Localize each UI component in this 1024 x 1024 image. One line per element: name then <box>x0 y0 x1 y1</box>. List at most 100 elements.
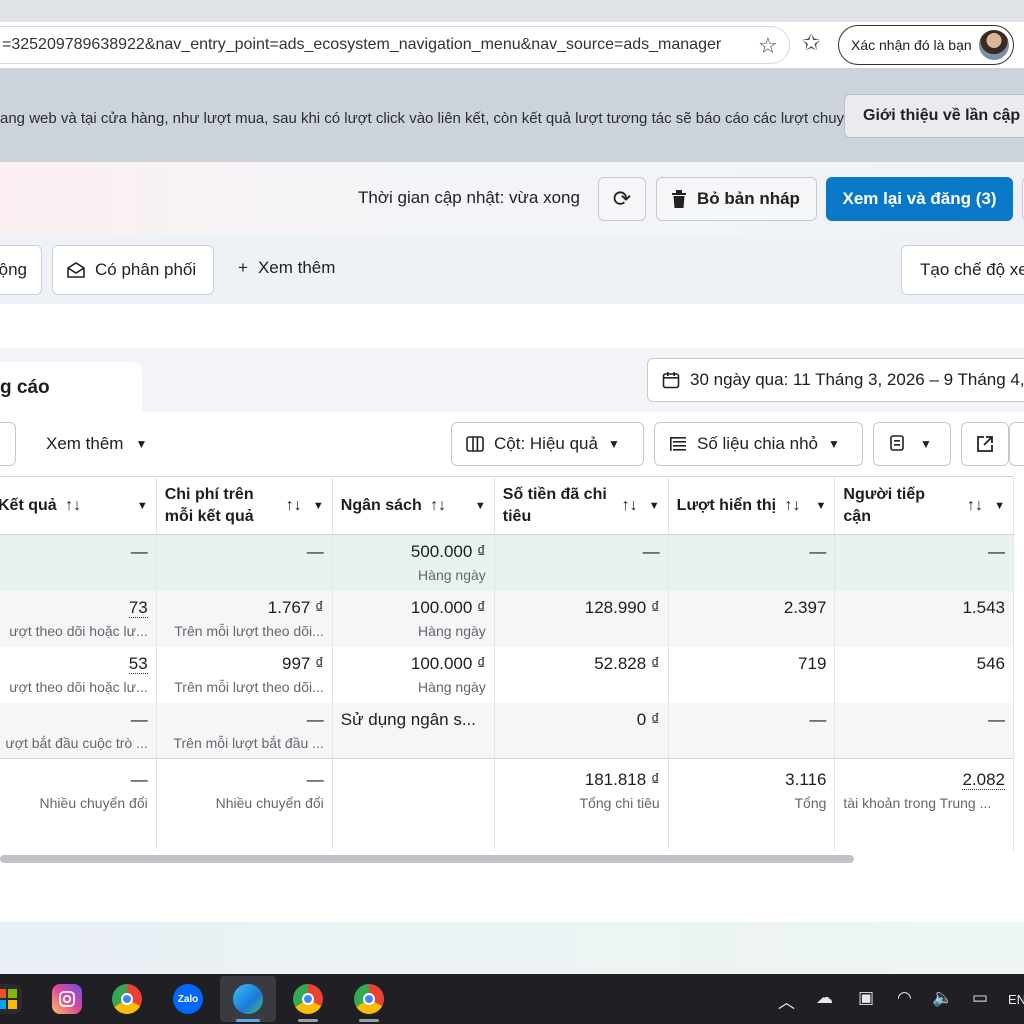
col-budget-header[interactable]: Ngân sách ↑↓ ▼ <box>332 476 495 535</box>
cell-amount-spent: — <box>494 534 669 591</box>
address-bar[interactable]: =325209789638922&nav_entry_point=ads_eco… <box>0 26 790 64</box>
reports-dropdown[interactable]: ▼ <box>873 422 951 466</box>
cell-budget[interactable]: 100.000 ₫ Hàng ngày <box>332 590 495 647</box>
more-controls-button[interactable] <box>1009 422 1024 466</box>
trash-icon <box>672 190 686 208</box>
chevron-up-icon[interactable]: ︿ <box>778 988 795 1013</box>
wifi-icon[interactable]: ◠ <box>897 988 912 1008</box>
cell-amount-spent: 128.990 ₫ <box>494 590 669 647</box>
refresh-button[interactable]: ⟳ <box>598 177 646 221</box>
profile-button[interactable]: Xác nhận đó là bạn <box>838 25 1014 65</box>
col-cost-per-result-header[interactable]: Chi phí trên mỗi kết quả ↑↓ ▼ <box>156 476 333 535</box>
bookmark-star-icon[interactable]: ☆ <box>758 33 778 59</box>
cell-budget[interactable]: 500.000 ₫ Hàng ngày <box>332 534 495 591</box>
cell-budget[interactable]: Sử dụng ngân s... <box>332 702 495 759</box>
reach-value: 546 <box>976 653 1005 673</box>
total-cost-per-result: — Nhiều chuyển đổi <box>156 758 333 851</box>
banner-text: ang web và tại cửa hàng, như lượt mua, s… <box>0 110 861 127</box>
running-indicator <box>359 1019 379 1022</box>
see-more-button[interactable]: Xem thêm ▼ <box>46 434 147 454</box>
total-results-sub: Nhiều chuyển đổi <box>39 795 148 811</box>
device-icon[interactable]: ▣ <box>858 988 874 1008</box>
cell-reach: — <box>834 534 1014 591</box>
columns-dropdown[interactable]: Cột: Hiệu quả ▼ <box>451 422 644 466</box>
sort-icon: ↑↓ <box>285 496 302 514</box>
breakdown-dropdown[interactable]: Số liệu chia nhỏ ▼ <box>654 422 863 466</box>
results-value[interactable]: 73 <box>128 597 148 618</box>
favorites-icon[interactable]: ✩ <box>802 30 820 56</box>
spent-value: 128.990 ₫ <box>584 597 660 617</box>
table-row[interactable]: 73 ượt theo dõi hoặc lư... 1.767 ₫ Trên mỗ… <box>0 590 1014 647</box>
caret-down-icon: ▼ <box>136 499 148 512</box>
cell-impressions: — <box>668 702 836 759</box>
footer-band <box>0 922 1024 974</box>
date-range-picker[interactable]: 30 ngày qua: 11 Tháng 3, 2026 – 9 Tháng … <box>647 358 1024 402</box>
col-reach-header[interactable]: Người tiếp cận ↑↓ ▼ <box>834 476 1014 535</box>
horizontal-scrollbar[interactable] <box>0 855 854 863</box>
col-amount-spent-header[interactable]: Số tiền đã chi tiêu ↑↓ ▼ <box>494 476 669 535</box>
cloud-off-icon[interactable]: ☁ <box>816 988 833 1008</box>
filter-chip-delivery[interactable]: Có phân phối <box>52 245 214 295</box>
total-impressions-value: 3.116 <box>785 770 827 789</box>
results-value[interactable]: 53 <box>128 653 148 674</box>
budget-sub: Hàng ngày <box>418 567 486 583</box>
col-header-label: Lượt hiển thị <box>676 496 777 514</box>
cpr-sub: Trên mỗi lượt theo dõi... <box>174 678 324 695</box>
col-results-header[interactable]: Kết quả ↑↓ ▼ <box>0 476 157 535</box>
report-icon <box>890 435 904 451</box>
table-row[interactable]: — — 500.000 ₫ Hàng ngày — — — <box>0 534 1014 591</box>
results-sub: ượt theo dõi hoặc lư... <box>9 622 148 639</box>
total-reach-value[interactable]: 2.082 <box>962 770 1005 790</box>
reach-value: — <box>988 709 1005 729</box>
zalo-label: Zalo <box>177 993 199 1005</box>
filter-chip-delivery-label: Có phân phối <box>95 260 197 279</box>
table-row[interactable]: — ượt bắt đầu cuộc trò ... — Trên mỗi lượt… <box>0 702 1014 759</box>
col-header-label: Người tiếp cận <box>843 485 926 525</box>
last-updated-text: Thời gian cập nhật: vừa xong <box>358 188 580 207</box>
reach-value: — <box>988 542 1005 561</box>
impressions-value: 2.397 <box>783 597 827 617</box>
col-impressions-header[interactable]: Lượt hiển thị ↑↓ ▼ <box>668 476 836 535</box>
language-indicator[interactable]: EN <box>1008 992 1024 1007</box>
cell-reach: — <box>834 702 1014 759</box>
review-publish-button[interactable]: Xem lại và đăng (3) <box>826 177 1013 221</box>
breakdown-icon <box>670 437 686 451</box>
cell-amount-spent: 0 ₫ <box>494 702 669 759</box>
spent-value: — <box>642 542 660 561</box>
total-amount-spent: 181.818 ₫ Tổng chi tiêu <box>494 758 669 851</box>
table-row[interactable]: 53 ượt theo dõi hoặc lư... 997 ₫ Trên mỗi … <box>0 646 1014 703</box>
caret-down-icon: ▼ <box>920 437 932 451</box>
impressions-value: — <box>809 709 827 729</box>
browser-tab-strip <box>0 0 1024 22</box>
chrome-icon[interactable] <box>112 984 142 1014</box>
battery-icon[interactable]: ▭ <box>972 988 988 1008</box>
cell-cost-per-result: — <box>156 534 333 591</box>
results-value: — <box>130 542 148 561</box>
calendar-icon <box>662 372 680 389</box>
create-view-button[interactable]: Tạo chế độ xe <box>901 245 1024 295</box>
cell-budget[interactable]: 100.000 ₫ Hàng ngày <box>332 646 495 703</box>
tab-ads[interactable]: g cáo <box>0 362 142 414</box>
chrome-profile-icon[interactable] <box>354 984 384 1014</box>
profile-label: Xác nhận đó là bạn <box>851 37 972 53</box>
export-button[interactable] <box>961 422 1009 466</box>
start-windows-icon[interactable] <box>0 984 22 1014</box>
edge-icon[interactable] <box>233 984 263 1014</box>
filter-chip-active[interactable]: ộng <box>0 245 42 295</box>
zalo-icon[interactable]: Zalo <box>173 984 203 1014</box>
total-impressions: 3.116 Tổng <box>668 758 836 851</box>
learn-more-button[interactable]: Giới thiệu về lần cập <box>844 94 1024 138</box>
results-value: — <box>130 709 148 729</box>
impressions-value: 719 <box>798 653 827 673</box>
export-icon <box>977 436 993 452</box>
instagram-icon[interactable] <box>52 984 82 1014</box>
total-results-value: — <box>130 770 148 789</box>
search-box-partial[interactable] <box>0 422 16 466</box>
sort-icon: ↑↓ <box>967 496 983 514</box>
chrome-profile-icon[interactable] <box>293 984 323 1014</box>
sort-icon: ↑↓ <box>65 496 82 514</box>
volume-icon[interactable]: 🔈 <box>932 988 953 1008</box>
caret-down-icon: ▼ <box>648 499 660 512</box>
more-filters-button[interactable]: + Xem thêm <box>238 258 335 278</box>
discard-draft-button[interactable]: Bỏ bản nháp <box>656 177 817 221</box>
